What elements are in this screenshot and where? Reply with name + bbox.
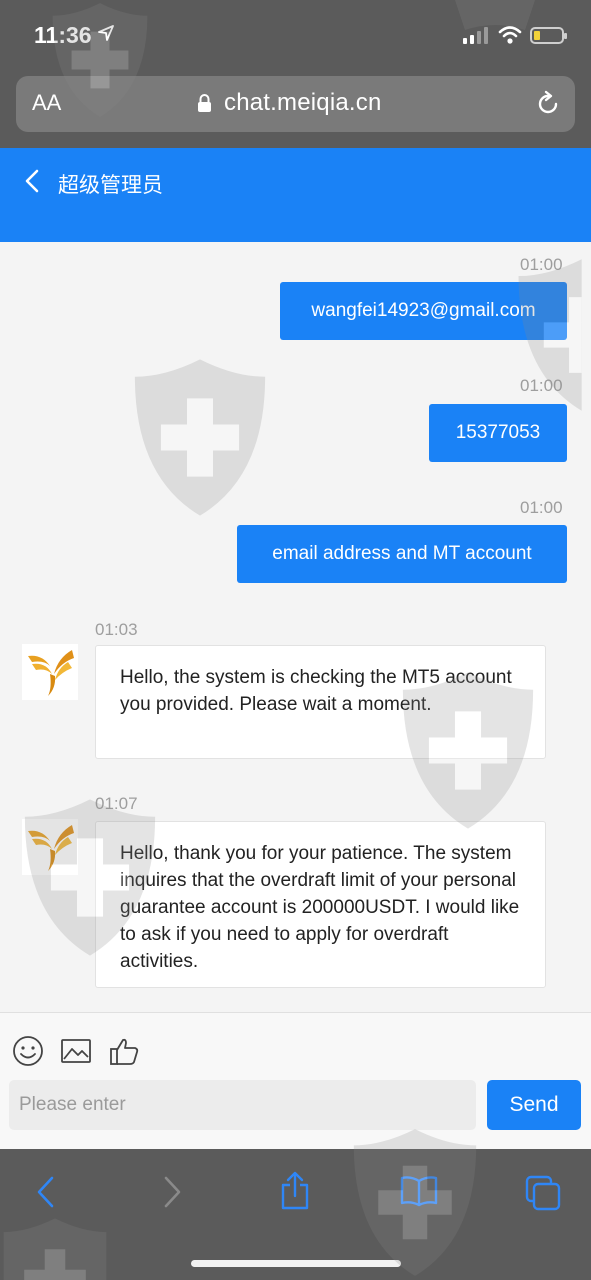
agent-avatar — [22, 644, 78, 700]
message-list[interactable]: 01:00 wangfei14923@gmail.com 01:00 15377… — [0, 242, 591, 1012]
share-icon[interactable] — [279, 1171, 311, 1211]
browser-bottom-toolbar — [0, 1149, 591, 1280]
back-arrow-icon[interactable] — [34, 1175, 58, 1209]
status-time: 11:36 — [34, 22, 92, 48]
message-composer: Send — [0, 1012, 591, 1149]
cellular-signal-icon — [463, 27, 488, 44]
chat-title: 超级管理员 — [58, 174, 163, 197]
outgoing-message: 15377053 — [429, 404, 567, 462]
incoming-message: Hello, the system is checking the MT5 ac… — [95, 645, 546, 759]
tabs-icon[interactable] — [525, 1175, 561, 1211]
battery-icon — [530, 27, 567, 44]
address-bar[interactable]: AA chat.meiqia.cn — [16, 76, 575, 132]
lock-icon — [198, 94, 211, 112]
url-text[interactable]: chat.meiqia.cn — [224, 89, 382, 117]
image-icon[interactable] — [60, 1035, 92, 1067]
text-size-label: AA — [32, 90, 62, 115]
bookmarks-icon[interactable] — [400, 1175, 438, 1207]
message-input[interactable] — [9, 1080, 476, 1130]
smiley-icon[interactable] — [12, 1035, 44, 1067]
location-arrow-icon — [98, 25, 114, 41]
chat-header: 超级管理员 — [0, 148, 591, 242]
browser-top-chrome: 11:36 AA chat.meiqia.cn — [0, 0, 591, 148]
message-time: 01:00 — [520, 376, 563, 395]
outgoing-message: email address and MT account — [237, 525, 567, 583]
reload-icon[interactable] — [534, 90, 562, 118]
text-size-button[interactable]: AA — [32, 90, 61, 116]
wifi-icon — [498, 26, 522, 44]
back-chevron-icon[interactable] — [22, 168, 42, 194]
thumbs-up-icon[interactable] — [108, 1035, 140, 1067]
message-time: 01:07 — [95, 794, 138, 813]
message-time: 01:00 — [520, 255, 563, 274]
incoming-message: Hello, thank you for your patience. The … — [95, 821, 546, 988]
forward-arrow-icon[interactable] — [160, 1175, 184, 1209]
home-indicator[interactable] — [191, 1260, 401, 1267]
message-time: 01:00 — [520, 498, 563, 517]
message-time: 01:03 — [95, 620, 138, 639]
send-button[interactable]: Send — [487, 1080, 581, 1130]
outgoing-message: wangfei14923@gmail.com — [280, 282, 567, 340]
agent-avatar — [22, 819, 78, 875]
